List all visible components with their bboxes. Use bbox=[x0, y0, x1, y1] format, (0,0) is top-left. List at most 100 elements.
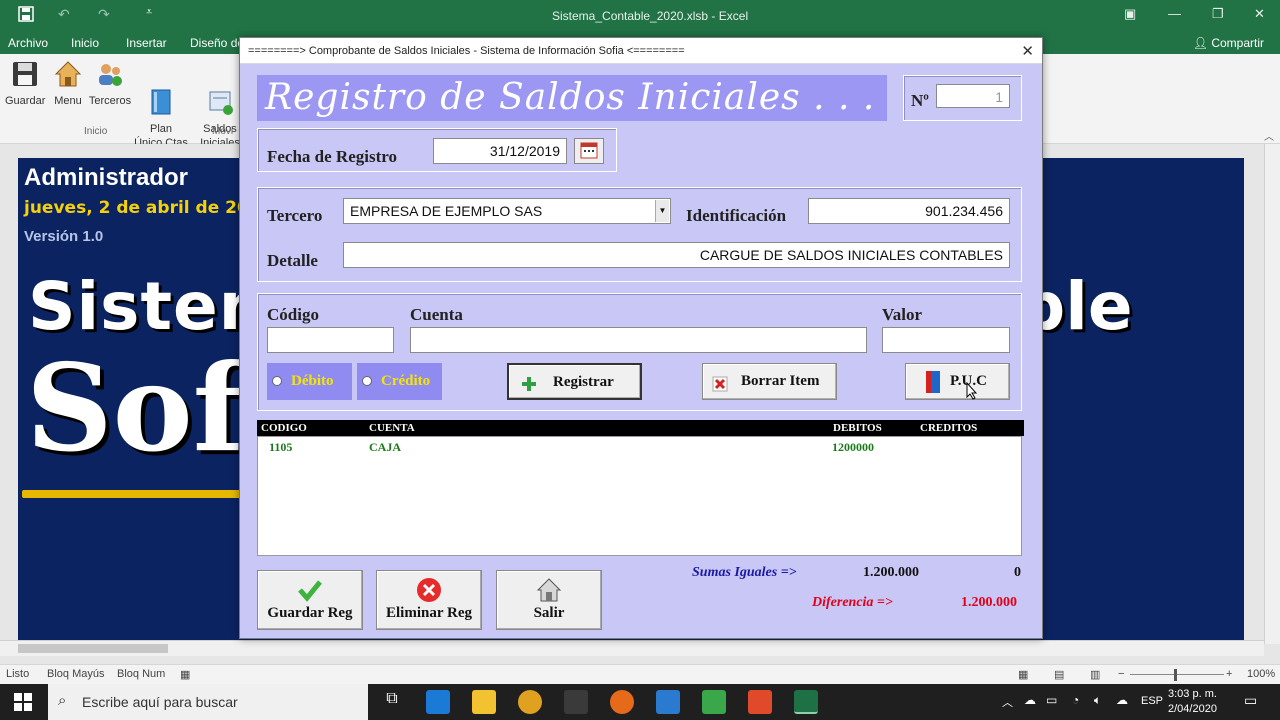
identificacion-field[interactable]: 901.234.456 bbox=[808, 198, 1010, 224]
excel-title-bar: ↶ ↷ ⩡ Sistema_Contable_2020.xlsb - Excel… bbox=[0, 0, 1280, 30]
undo-icon[interactable]: ↶ bbox=[58, 6, 70, 23]
network-icon[interactable]: ▭ bbox=[1046, 693, 1057, 707]
horizontal-scrollbar[interactable] bbox=[0, 640, 1264, 656]
vertical-scrollbar[interactable] bbox=[1264, 144, 1280, 644]
registrar-button[interactable]: Registrar bbox=[507, 363, 642, 400]
guardar-reg-button[interactable]: Guardar Reg bbox=[257, 570, 363, 630]
detalle-field[interactable]: CARGUE DE SALDOS INICIALES CONTABLES bbox=[343, 242, 1010, 268]
puc-button[interactable]: P.U.C bbox=[905, 363, 1010, 400]
camtasia-recorder-icon[interactable] bbox=[748, 690, 772, 714]
column-cuenta[interactable]: CUENTA bbox=[369, 422, 415, 434]
checkmark-icon bbox=[297, 577, 323, 603]
mail-icon[interactable] bbox=[656, 690, 680, 714]
page-layout-icon[interactable]: ▤ bbox=[1054, 668, 1064, 681]
credito-option[interactable]: Crédito bbox=[357, 363, 442, 400]
camtasia-icon[interactable] bbox=[702, 690, 726, 714]
task-view-icon[interactable]: ⧉ bbox=[380, 690, 404, 714]
eliminar-reg-button[interactable]: Eliminar Reg bbox=[376, 570, 482, 630]
tercero-select[interactable]: EMPRESA DE EJEMPLO SAS ▼ bbox=[343, 198, 671, 224]
zoom-slider-thumb[interactable] bbox=[1174, 669, 1177, 681]
tercero-label: Tercero bbox=[267, 206, 323, 225]
tab-inicio[interactable]: Inicio bbox=[71, 36, 99, 50]
file-explorer-icon[interactable] bbox=[472, 690, 496, 714]
eliminar-reg-label: Eliminar Reg bbox=[386, 605, 472, 621]
close-icon[interactable]: ✕ bbox=[1021, 42, 1034, 60]
tab-archivo[interactable]: Archivo bbox=[8, 36, 48, 50]
movements-grid[interactable]: 1105 CAJA 1200000 bbox=[257, 436, 1022, 556]
cloud-icon[interactable]: ☁ bbox=[1024, 693, 1036, 707]
valor-label: Valor bbox=[882, 305, 922, 324]
salir-label: Salir bbox=[533, 605, 565, 621]
wifi-icon[interactable]: ◔ bbox=[1072, 693, 1079, 707]
diferencia-value: 1.200.000 bbox=[961, 595, 1017, 610]
cell-codigo: 1105 bbox=[269, 440, 293, 454]
taskbar-search[interactable]: ⌕ Escribe aquí para buscar bbox=[48, 684, 368, 720]
credito-label: Crédito bbox=[381, 373, 431, 389]
ribbon-terceros-button[interactable]: Terceros bbox=[88, 60, 132, 108]
status-num: Bloq Num bbox=[117, 668, 166, 680]
zoom-in-icon[interactable]: + bbox=[1226, 668, 1232, 680]
delete-circle-icon bbox=[416, 577, 442, 603]
cell-cuenta: CAJA bbox=[369, 440, 401, 454]
save-icon[interactable] bbox=[18, 6, 34, 25]
status-mode: Listo bbox=[6, 668, 30, 680]
zoom-level[interactable]: 100% bbox=[1247, 668, 1275, 680]
minimize-icon[interactable]: — bbox=[1168, 6, 1181, 21]
language-indicator[interactable]: ESP bbox=[1141, 695, 1163, 707]
restore-icon[interactable]: ❐ bbox=[1212, 6, 1224, 22]
borrar-item-button[interactable]: Borrar Item bbox=[702, 363, 837, 400]
onedrive-icon[interactable]: ☁ bbox=[1116, 693, 1128, 707]
codigo-field[interactable] bbox=[267, 327, 394, 353]
chevron-up-icon[interactable]: ︿ bbox=[1002, 694, 1013, 710]
tercero-frame: Tercero EMPRESA DE EJEMPLO SAS ▼ Identif… bbox=[257, 187, 1022, 282]
normal-view-icon[interactable]: ▦ bbox=[1018, 668, 1028, 681]
ribbon-menu-button[interactable]: Menu bbox=[52, 60, 84, 108]
taskbar-clock[interactable]: 3:03 p. m. 2/04/2020 bbox=[1168, 687, 1217, 717]
volume-icon[interactable]: 🔈︎ bbox=[1094, 693, 1101, 708]
column-debitos[interactable]: DEBITOS bbox=[833, 422, 882, 434]
customize-toolbar-icon[interactable]: ⩡ bbox=[146, 6, 152, 19]
scroll-thumb[interactable] bbox=[18, 644, 168, 653]
search-placeholder: Escribe aquí para buscar bbox=[82, 694, 238, 710]
book-icon bbox=[926, 371, 940, 393]
redo-icon[interactable]: ↷ bbox=[98, 6, 110, 23]
zoom-slider[interactable] bbox=[1130, 674, 1224, 675]
windows-start-icon[interactable] bbox=[14, 693, 32, 714]
chevron-down-icon[interactable]: ▼ bbox=[655, 200, 669, 222]
salir-button[interactable]: Salir bbox=[496, 570, 602, 630]
zoom-out-icon[interactable]: − bbox=[1118, 668, 1124, 680]
debito-option[interactable]: Débito bbox=[267, 363, 352, 400]
column-codigo[interactable]: CODIGO bbox=[261, 422, 307, 434]
table-row[interactable]: 1105 CAJA 1200000 bbox=[258, 437, 1021, 455]
fecha-field[interactable]: 31/12/2019 bbox=[433, 138, 567, 164]
close-icon[interactable]: ✕ bbox=[1254, 6, 1265, 22]
macro-icon[interactable]: ▦ bbox=[180, 668, 190, 681]
excel-taskbar-icon[interactable] bbox=[794, 690, 818, 714]
edge-icon[interactable] bbox=[426, 690, 450, 714]
chrome-icon[interactable] bbox=[518, 690, 542, 714]
tab-insertar[interactable]: Insertar bbox=[126, 36, 167, 50]
credito-radio[interactable] bbox=[362, 376, 372, 386]
calendar-button[interactable] bbox=[574, 138, 604, 164]
ribbon-guardar-button[interactable]: Guardar bbox=[5, 60, 45, 108]
cuenta-field[interactable] bbox=[410, 327, 867, 353]
number-frame: Nº 1 bbox=[903, 75, 1022, 121]
borrar-item-label: Borrar Item bbox=[741, 373, 820, 389]
debito-radio[interactable] bbox=[272, 376, 282, 386]
firefox-icon[interactable] bbox=[610, 690, 634, 714]
clock-time: 3:03 p. m. bbox=[1168, 688, 1217, 700]
status-caps: Bloq Mayús bbox=[47, 668, 105, 680]
store-icon[interactable] bbox=[564, 690, 588, 714]
page-break-icon[interactable]: ▥ bbox=[1090, 668, 1100, 681]
column-creditos[interactable]: CREDITOS bbox=[920, 422, 977, 434]
valor-field[interactable] bbox=[882, 327, 1010, 353]
ribbon-display-icon[interactable]: ▣ bbox=[1124, 6, 1136, 22]
cell-debitos: 1200000 bbox=[832, 440, 874, 454]
tab-diseno[interactable]: Diseño de bbox=[190, 36, 244, 50]
notifications-icon[interactable]: ▭ bbox=[1244, 692, 1257, 709]
dialog-title-bar: ========> Comprobante de Saldos Iniciale… bbox=[240, 38, 1042, 64]
collapse-ribbon-icon[interactable]: ︿ bbox=[1264, 128, 1274, 143]
number-field[interactable]: 1 bbox=[936, 84, 1010, 108]
share-button[interactable]: 👤︎ Compartir bbox=[1187, 33, 1270, 53]
home-icon bbox=[536, 577, 562, 603]
